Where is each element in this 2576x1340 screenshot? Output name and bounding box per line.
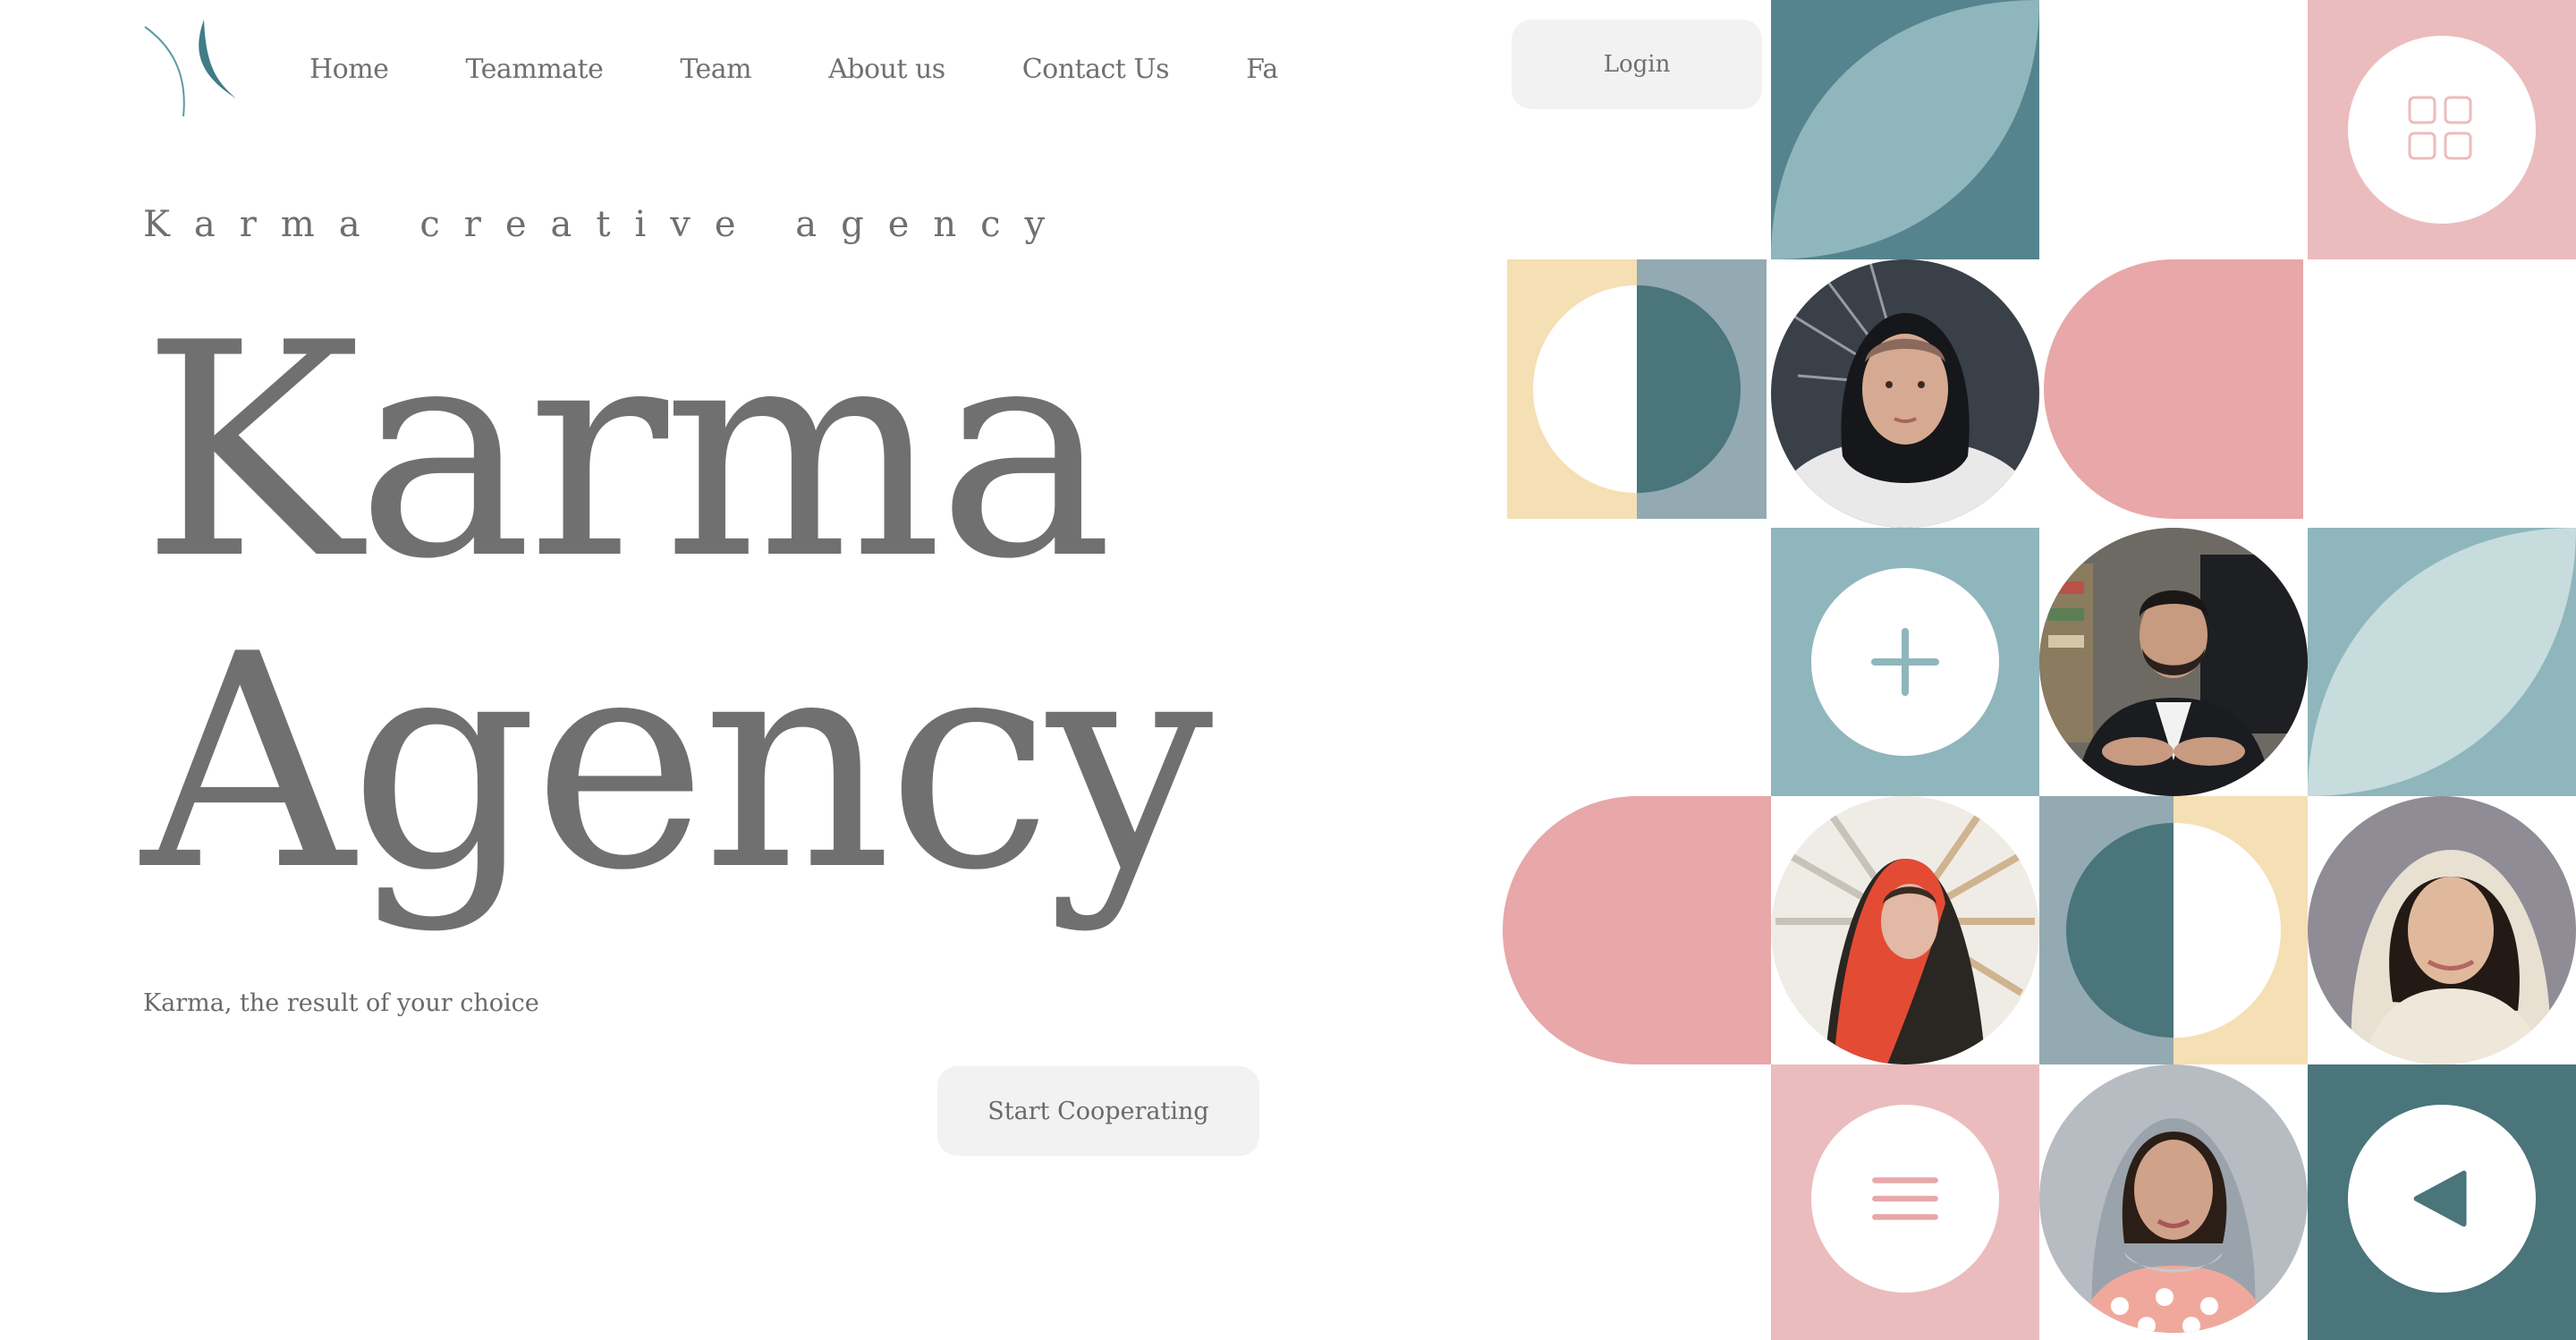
portrait-woman-black-scarf [1771,259,2039,528]
tile-pink-grid [2308,0,2576,259]
portrait-woman-grey-scarf [2039,1064,2308,1333]
play-back-icon[interactable] [2348,1105,2536,1293]
nav-team[interactable]: Team [680,54,751,85]
hero-tagline: Karma creative agency [143,204,1070,245]
portrait-man-suit [2039,528,2308,796]
nav-teammate[interactable]: Teammate [465,54,603,85]
tile-teal-leaf-2 [2308,528,2576,796]
hero-title-line2: Agency [141,591,1214,935]
hero-title-line1: Karma [141,280,1114,623]
tile-pink-menu [1771,1064,2039,1340]
tile-teal-back [2308,1064,2576,1340]
portrait-girl-red-scarf [1771,796,2039,1064]
tile-slate-sand-circle [2039,796,2308,1064]
plus-icon[interactable] [1811,568,1999,756]
tile-teal-leaf [1771,0,2039,259]
tile-pink-halfround-2 [1503,796,1771,1064]
nav-about-us[interactable]: About us [828,54,945,85]
tile-teal-plus [1771,528,2039,796]
karma-logo[interactable] [143,18,236,118]
main-nav: Home Teammate Team About us Contact Us F… [309,48,1278,89]
portrait-woman-white-scarf [2308,796,2576,1064]
hero-subtitle: Karma, the result of your choice [143,989,539,1017]
nav-language-fa[interactable]: Fa [1246,54,1278,85]
menu-icon[interactable] [1811,1105,1999,1293]
grid-icon[interactable] [2348,36,2536,224]
nav-home[interactable]: Home [309,54,389,85]
tile-sand-slate-circle [1503,259,1771,519]
nav-contact-us[interactable]: Contact Us [1022,54,1170,85]
start-cooperating-button[interactable]: Start Cooperating [937,1066,1259,1156]
tile-pink-halfround [2039,259,2308,519]
mosaic-grid [1503,0,2576,1340]
